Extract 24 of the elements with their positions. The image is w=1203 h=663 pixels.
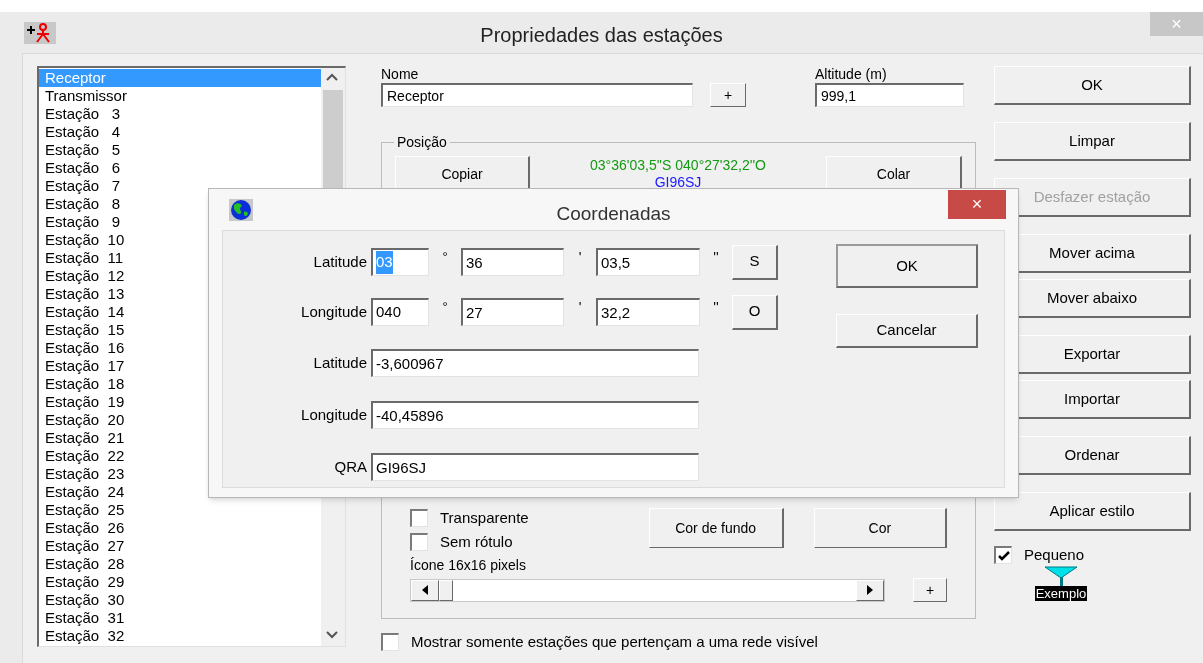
field-label: QRA	[333, 456, 368, 477]
checkbox-label: Mostrar somente estações que pertençam a uma rede visível	[411, 633, 818, 651]
field-label: Longitude	[300, 301, 368, 322]
icon-size-label: Ícone 16x16 pixels	[410, 556, 527, 574]
altitude-label: Altitude (m)	[815, 66, 888, 83]
checkbox-label: Pequeno	[1024, 546, 1085, 564]
degree-mark: °	[441, 248, 449, 266]
field-label: Latitude	[312, 251, 368, 272]
second-mark: ''	[712, 248, 720, 267]
qra-text: GI96SJ	[654, 175, 702, 189]
window-title: Propriedades das estações	[480, 23, 723, 48]
minute-mark: '	[577, 248, 583, 267]
field-label: Latitude	[312, 352, 368, 373]
checkbox-label: Sem rótulo	[440, 533, 513, 551]
example-label: Exemplo	[1034, 586, 1088, 601]
group-title: Posição	[394, 133, 450, 151]
field-label: Longitude	[300, 404, 368, 425]
dialog-title: Coordenadas	[556, 202, 671, 226]
coordinates-text: 03°36'03,5''S 040°27'32,2''O	[590, 156, 766, 174]
second-mark: ''	[712, 298, 720, 317]
minute-mark: '	[577, 298, 583, 317]
degree-mark: °	[441, 298, 449, 316]
checkbox-label: Transparente	[440, 509, 529, 527]
name-label: Nome	[381, 66, 420, 83]
